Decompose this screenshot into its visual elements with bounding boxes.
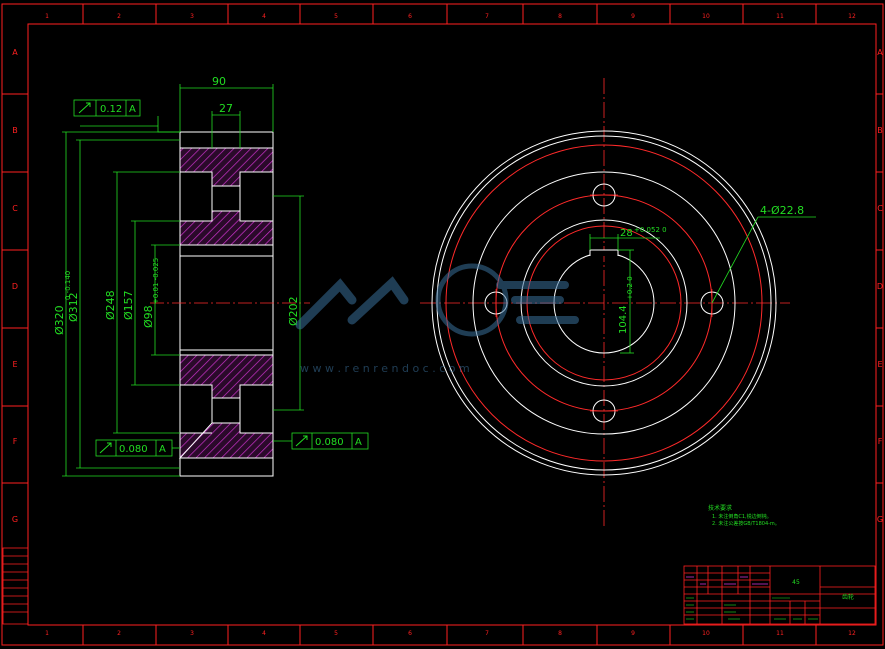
zone-labels-bottom: 1 2 3 4 5 6 7 8 9 10 11 12	[45, 630, 856, 637]
zone-label-col: 3	[190, 630, 194, 637]
tolerance-frame-bottom-left: 0.080 A	[95, 439, 173, 457]
title-block-part-name: 齿轮	[842, 593, 854, 601]
zone-label-row: E	[12, 360, 17, 369]
zone-label-row: B	[877, 126, 883, 135]
zone-label-col: 2	[117, 630, 121, 637]
runout-icon	[295, 435, 308, 447]
zone-label-col: 3	[190, 13, 194, 20]
zone-label-col: 9	[631, 13, 635, 20]
key-width-tol: +0.052 0	[634, 226, 667, 234]
zone-label-col: 1	[45, 630, 49, 637]
zone-label-row: A	[12, 48, 18, 57]
zone-label-col: 11	[776, 13, 784, 20]
technical-notes: 技术要求 1. 未注倒角C1,锐边倒钝。 2. 未注公差按GB/T1804-m。	[708, 504, 780, 527]
zone-label-row: A	[877, 48, 883, 57]
revision-strip	[2, 547, 29, 625]
zone-label-row: G	[877, 515, 883, 524]
zone-label-row: F	[13, 437, 18, 446]
title-block-hatches	[686, 576, 768, 585]
zone-label-col: 1	[45, 13, 49, 20]
zone-label-row: G	[12, 515, 18, 524]
dim-hub: 27	[219, 102, 233, 115]
zone-labels-top: 1 2 3 4 5 6 7 8 9 10 11 12	[45, 13, 856, 20]
zone-label-col: 12	[848, 13, 856, 20]
key-depth: 104.4	[618, 305, 629, 334]
zone-label-row: F	[878, 437, 883, 446]
tolerance-datum-bottom-right: A	[355, 437, 362, 448]
zone-label-col: 10	[702, 13, 710, 20]
zone-label-col: 4	[262, 630, 266, 637]
zone-label-col: 5	[334, 630, 338, 637]
tolerance-datum-bottom-left: A	[159, 444, 166, 455]
zone-label-col: 8	[558, 13, 562, 20]
zone-label-row: C	[12, 204, 18, 213]
zone-label-row: D	[877, 282, 883, 291]
dim-outer: Ø320	[53, 305, 66, 335]
tolerance-frame-bottom-right: 0.080 A	[291, 432, 369, 450]
tolerance-value-top: 0.12	[100, 104, 122, 115]
section-dimensions	[62, 84, 304, 477]
section-lower	[178, 422, 274, 459]
keyway	[589, 249, 619, 256]
key-depth-tol: +0.2 0	[626, 276, 634, 300]
zone-label-row: E	[877, 360, 882, 369]
dim-312: Ø312	[67, 292, 80, 322]
zone-label-col: 6	[408, 630, 412, 637]
runout-icon	[99, 442, 112, 454]
tolerance-value-bottom-right: 0.080	[315, 437, 344, 448]
title-block-material: 45	[792, 579, 800, 586]
zone-label-col: 11	[776, 630, 784, 637]
zone-label-row: C	[877, 204, 883, 213]
dim-157: Ø157	[122, 290, 135, 320]
section-lower-inner	[179, 354, 274, 399]
tolerance-value-bottom-left: 0.080	[119, 444, 148, 455]
dim-248: Ø248	[104, 290, 117, 320]
zone-labels-right: A B C D E F G	[877, 48, 883, 524]
zone-label-col: 12	[848, 630, 856, 637]
tolerance-datum-top: A	[129, 104, 136, 115]
zone-label-col: 10	[702, 630, 710, 637]
front-view: 4-Ø22.8 28 +0.052 0 104.4 +0.2 0	[420, 78, 816, 528]
section-upper	[179, 147, 274, 187]
notes-line-2: 2. 未注公差按GB/T1804-m。	[712, 520, 780, 527]
cad-drawing: 1 2 3 4 5 6 7 8 9 10 11 12 1 2 3 4 5 6 7…	[1, 3, 884, 646]
notes-line-1: 1. 未注倒角C1,锐边倒钝。	[712, 513, 772, 520]
zone-label-col: 7	[485, 13, 489, 20]
zone-label-col: 7	[485, 630, 489, 637]
tolerance-frame-top: 0.12 A	[73, 99, 141, 117]
zone-label-col: 8	[558, 630, 562, 637]
section-dimension-texts: 90 27 Ø320 0 -0.140 Ø312 Ø248 Ø157 Ø98 +…	[53, 75, 300, 335]
section-view: 0.12 A 0.080 A 0.080 A 90 27 Ø320 0 -0.1…	[53, 75, 369, 477]
section-upper-inner	[179, 210, 274, 246]
zone-label-col: 5	[334, 13, 338, 20]
notes-title: 技术要求	[708, 504, 732, 512]
holes-callout: 4-Ø22.8	[760, 204, 804, 217]
zone-label-row: D	[12, 282, 18, 291]
watermark-url: w w w . r e n r e n d o c . c o m	[300, 362, 470, 375]
key-width: 28	[620, 228, 633, 239]
zone-labels-left: A B C D E F G	[12, 48, 18, 524]
zone-label-row: B	[12, 126, 18, 135]
runout-icon	[78, 102, 91, 114]
zone-label-col: 4	[262, 13, 266, 20]
dim-98: Ø98	[142, 305, 155, 328]
zone-label-col: 6	[408, 13, 412, 20]
zone-label-col: 9	[631, 630, 635, 637]
zone-label-col: 2	[117, 13, 121, 20]
dim-98-tol: +0.01 -0.025	[152, 258, 160, 304]
dim-width: 90	[212, 75, 226, 88]
